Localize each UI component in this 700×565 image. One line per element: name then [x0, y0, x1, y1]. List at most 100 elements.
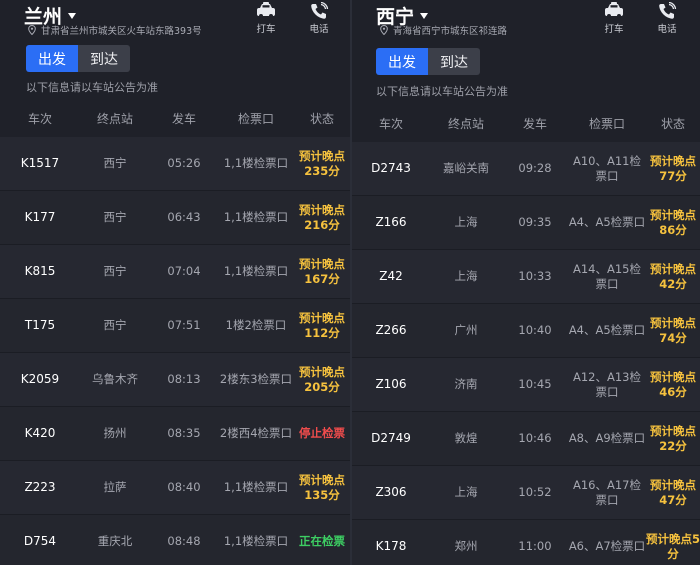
train-status: 预计晚点5分 — [646, 531, 700, 561]
departure-time: 10:46 — [518, 431, 552, 445]
departure-time: 05:26 — [167, 156, 201, 170]
tab-arrive[interactable]: 到达 — [78, 45, 130, 72]
notice-text: 以下信息请以车站公告为准 — [26, 81, 158, 94]
ticket-gate: A14、A15检票口 — [572, 261, 641, 291]
caret-down-icon — [68, 12, 77, 19]
train-status: 预计晚点135分 — [299, 472, 345, 502]
train-status: 停止检票 — [299, 426, 345, 440]
col-gate-header: 检票口 — [588, 116, 625, 131]
train-status: 预计晚点22分 — [650, 423, 696, 453]
table-row[interactable]: K1517 西宁 05:26 1,1楼检票口 预计晚点235分 — [0, 137, 350, 191]
station-address: 甘肃省兰州市城关区火车站东路393号 — [28, 23, 202, 37]
departure-time: 08:13 — [167, 372, 201, 386]
ticket-gate: 1,1楼检票口 — [223, 264, 289, 278]
taxi-button[interactable]: 打车 — [600, 2, 628, 35]
train-status: 预计晚点112分 — [299, 310, 345, 340]
table-header: 车次 终点站 发车 检票口 状态 — [0, 103, 350, 133]
departure-time: 09:28 — [518, 161, 552, 175]
table-row[interactable]: D754 重庆北 08:48 1,1楼检票口 正在检票 — [0, 515, 350, 565]
departure-time: 07:04 — [167, 264, 201, 278]
address-text: 甘肃省兰州市城关区火车站东路393号 — [41, 26, 202, 37]
station-address: 青海省西宁市城东区祁连路 — [380, 23, 507, 37]
train-status: 正在检票 — [299, 534, 345, 548]
train-number: K178 — [375, 539, 407, 553]
col-status-header: 状态 — [309, 111, 334, 126]
destination: 敦煌 — [454, 431, 478, 445]
address-text: 青海省西宁市城东区祁连路 — [393, 26, 508, 37]
col-gate-header: 检票口 — [237, 111, 274, 126]
train-number: K2059 — [20, 372, 60, 386]
table-row[interactable]: T175 西宁 07:51 1楼2检票口 预计晚点112分 — [0, 299, 350, 353]
departure-table: K1517 西宁 05:26 1,1楼检票口 预计晚点235分 K177 西宁 06:43 1,… — [0, 137, 350, 565]
train-number: Z166 — [375, 215, 407, 229]
destination: 上海 — [454, 215, 478, 229]
taxi-label: 打车 — [256, 24, 276, 35]
phone-button[interactable]: 电话 — [653, 2, 681, 35]
tab-arrive[interactable]: 到达 — [428, 48, 480, 75]
departure-time: 10:33 — [518, 269, 552, 283]
departure-time: 06:43 — [167, 210, 201, 224]
station-panel-lanzhou: 兰州 甘肃省兰州市城关区火车站东路393号 打车 电话 出发 到达 以下信息请以… — [0, 0, 350, 565]
table-row[interactable]: Z266 广州 10:40 A4、A5检票口 预计晚点74分 — [352, 304, 700, 358]
departure-time: 11:00 — [518, 539, 552, 553]
destination: 西宁 — [103, 318, 127, 332]
station-panel-xining: 西宁 青海省西宁市城东区祁连路 打车 电话 出发 到达 以下信息请以车站公告为准… — [352, 0, 700, 565]
col-train-header: 车次 — [27, 111, 52, 126]
notice-text: 以下信息请以车站公告为准 — [376, 85, 508, 98]
train-number: D754 — [23, 534, 57, 548]
taxi-button[interactable]: 打车 — [252, 2, 280, 35]
train-number: K420 — [24, 426, 56, 440]
taxi-label: 打车 — [604, 24, 624, 35]
train-status: 预计晚点167分 — [299, 256, 345, 286]
table-row[interactable]: Z42 上海 10:33 A14、A15检票口 预计晚点42分 — [352, 250, 700, 304]
ticket-gate: A6、A7检票口 — [568, 539, 646, 553]
table-row[interactable]: Z306 上海 10:52 A16、A17检票口 预计晚点47分 — [352, 466, 700, 520]
train-number: D2749 — [371, 431, 411, 445]
table-row[interactable]: D2749 敦煌 10:46 A8、A9检票口 预计晚点22分 — [352, 412, 700, 466]
destination: 上海 — [454, 269, 478, 283]
train-number: Z306 — [375, 485, 407, 499]
table-row[interactable]: K178 郑州 11:00 A6、A7检票口 预计晚点5分 — [352, 520, 700, 565]
ticket-gate: 1,1楼检票口 — [223, 480, 289, 494]
ticket-gate: 2楼东3检票口 — [219, 372, 293, 386]
direction-tabs: 出发 到达 — [26, 45, 130, 72]
departure-time: 08:48 — [167, 534, 201, 548]
phone-label: 电话 — [309, 24, 329, 35]
train-number: K815 — [24, 264, 56, 278]
ticket-gate: 2楼西4检票口 — [219, 426, 293, 440]
departure-time: 08:35 — [167, 426, 201, 440]
destination: 西宁 — [103, 156, 127, 170]
ticket-gate: A16、A17检票口 — [572, 477, 641, 507]
destination: 嘉峪关南 — [443, 161, 489, 175]
table-row[interactable]: K177 西宁 06:43 1,1楼检票口 预计晚点216分 — [0, 191, 350, 245]
phone-button[interactable]: 电话 — [305, 2, 333, 35]
location-pin-icon — [380, 25, 388, 35]
table-row[interactable]: D2743 嘉峪关南 09:28 A10、A11检票口 预计晚点77分 — [352, 142, 700, 196]
tab-depart[interactable]: 出发 — [26, 45, 78, 72]
table-row[interactable]: Z223 拉萨 08:40 1,1楼检票口 预计晚点135分 — [0, 461, 350, 515]
departure-time: 09:35 — [518, 215, 552, 229]
col-departure-time-header: 发车 — [522, 116, 547, 131]
ticket-gate: A8、A9检票口 — [568, 431, 646, 445]
train-number: D2743 — [371, 161, 411, 175]
train-status: 预计晚点205分 — [299, 364, 345, 394]
table-row[interactable]: Z166 上海 09:35 A4、A5检票口 预计晚点86分 — [352, 196, 700, 250]
taxi-icon — [605, 2, 623, 18]
ticket-gate: 1,1楼检票口 — [223, 210, 289, 224]
train-status: 预计晚点216分 — [299, 202, 345, 232]
table-row[interactable]: K420 扬州 08:35 2楼西4检票口 停止检票 — [0, 407, 350, 461]
departure-time: 07:51 — [167, 318, 201, 332]
table-row[interactable]: K815 西宁 07:04 1,1楼检票口 预计晚点167分 — [0, 245, 350, 299]
phone-icon — [311, 2, 329, 19]
table-row[interactable]: K2059 乌鲁木齐 08:13 2楼东3检票口 预计晚点205分 — [0, 353, 350, 407]
tab-depart[interactable]: 出发 — [376, 48, 428, 75]
table-row[interactable]: Z106 济南 10:45 A12、A13检票口 预计晚点46分 — [352, 358, 700, 412]
train-number: T175 — [24, 318, 56, 332]
direction-tabs: 出发 到达 — [376, 48, 480, 75]
departure-table: D2743 嘉峪关南 09:28 A10、A11检票口 预计晚点77分 Z166 上海 09:… — [352, 142, 700, 565]
train-status: 预计晚点42分 — [650, 261, 696, 291]
ticket-gate: A4、A5检票口 — [568, 323, 646, 337]
train-number: Z266 — [375, 323, 407, 337]
ticket-gate: 1,1楼检票口 — [223, 534, 289, 548]
departure-time: 10:40 — [518, 323, 552, 337]
